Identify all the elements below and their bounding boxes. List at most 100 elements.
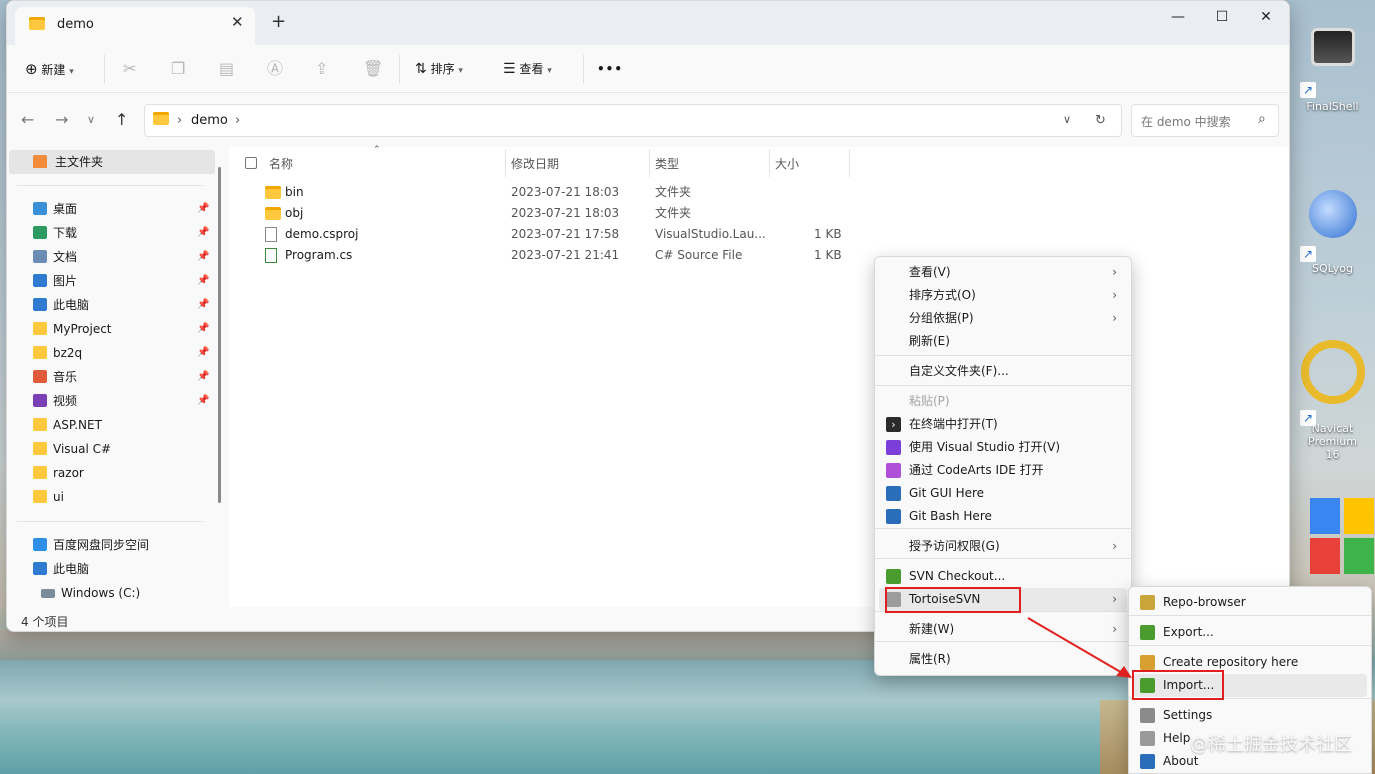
column-divider[interactable] (649, 149, 650, 177)
back-arrow-icon[interactable]: ← (21, 110, 34, 129)
breadcrumb-chevron-icon[interactable]: › (177, 113, 182, 128)
new-button[interactable]: ⊕ 新建 ▾ (25, 57, 74, 81)
column-header-modified[interactable]: 修改日期 (511, 155, 559, 173)
sidebar-item-quick[interactable]: 下载 📌 (7, 221, 213, 245)
sidebar-item-quick[interactable]: 文档 📌 (7, 245, 213, 269)
sidebar-item-quick[interactable]: 此电脑 📌 (7, 293, 213, 317)
more-options-button[interactable]: ••• (597, 57, 623, 81)
menu-item-label: 分组依据(P) (909, 311, 974, 325)
tab-close-icon[interactable]: ✕ (231, 13, 244, 31)
column-divider[interactable] (849, 149, 850, 177)
desktop-icon-navicat[interactable]: ↗ Navicat Premium 16 (1290, 340, 1375, 461)
view-button[interactable]: ☰ 查看 ▾ (503, 57, 552, 81)
delete-icon[interactable]: 🗑 (363, 57, 383, 81)
context-menu-item[interactable]: 刷新(E) (879, 330, 1127, 353)
desktop-icon-finalshell[interactable]: ↗ FinalShell (1290, 28, 1375, 113)
sidebar-item-quick[interactable]: razor (7, 461, 213, 485)
context-menu-item[interactable]: 分组依据(P) › (879, 307, 1127, 330)
column-divider[interactable] (505, 149, 506, 177)
pin-icon[interactable]: 📌 (197, 365, 209, 389)
svn-menu-item[interactable]: Repo-browser (1133, 591, 1367, 614)
sidebar-item-quick[interactable]: 音乐 📌 (7, 365, 213, 389)
library-icon (33, 298, 47, 311)
minimize-button[interactable]: — (1155, 3, 1201, 31)
address-dropdown-icon[interactable]: ∨ (1063, 113, 1071, 126)
sidebar-item-quick[interactable]: Visual C# (7, 437, 213, 461)
sidebar-item-baidu-netdisk[interactable]: 百度网盘同步空间 (7, 533, 213, 557)
search-box[interactable]: 在 demo 中搜索 ⌕ (1131, 104, 1279, 137)
table-row[interactable]: Program.cs 2023-07-21 21:41 C# Source File… (249, 245, 889, 266)
table-row[interactable]: demo.csproj 2023-07-21 17:58 VisualStudio.… (249, 224, 889, 245)
pin-icon[interactable]: 📌 (197, 389, 209, 413)
up-arrow-icon[interactable]: ↑ (115, 110, 128, 129)
context-menu-item[interactable]: 授予访问权限(G) › (879, 535, 1127, 558)
rename-icon[interactable]: Ⓐ (267, 57, 283, 81)
sidebar-item-quick[interactable]: ui (7, 485, 213, 509)
sidebar-item-this-pc[interactable]: 此电脑 (7, 557, 213, 581)
select-all-checkbox[interactable] (245, 157, 257, 169)
sidebar-item-quick[interactable]: ASP.NET (7, 413, 213, 437)
close-button[interactable]: ✕ (1243, 3, 1289, 31)
svn-menu-item[interactable]: Export... (1133, 621, 1367, 644)
context-menu-item[interactable]: Git GUI Here (879, 482, 1127, 505)
forward-arrow-icon[interactable]: → (55, 110, 68, 129)
pin-icon[interactable]: 📌 (197, 245, 209, 269)
column-header-name[interactable]: 名称 (269, 155, 293, 173)
breadcrumb-chevron-icon[interactable]: › (235, 113, 240, 128)
sort-button[interactable]: ⇅ 排序 ▾ (415, 57, 463, 81)
sidebar-item-quick[interactable]: MyProject 📌 (7, 317, 213, 341)
menu-item-label: 刷新(E) (909, 334, 950, 348)
tab-demo[interactable]: demo ✕ (15, 7, 255, 45)
menu-item-label: 新建(W) (909, 622, 955, 636)
copy-icon[interactable]: ❐ (171, 57, 185, 81)
context-menu-item[interactable]: 使用 Visual Studio 打开(V) (879, 436, 1127, 459)
sidebar-item-quick[interactable]: 桌面 📌 (7, 197, 213, 221)
context-menu-item[interactable]: 通过 CodeArts IDE 打开 (879, 459, 1127, 482)
pin-icon[interactable]: 📌 (197, 293, 209, 317)
maximize-button[interactable]: ☐ (1199, 3, 1245, 31)
paste-icon[interactable]: ▤ (219, 57, 234, 81)
pin-icon[interactable]: 📌 (197, 341, 209, 365)
cell-type: 文件夹 (655, 185, 692, 199)
cell-name: demo.csproj (285, 227, 359, 241)
pin-icon[interactable]: 📌 (197, 221, 209, 245)
column-header-type[interactable]: 类型 (655, 155, 679, 173)
plus-circle-icon: ⊕ (25, 60, 38, 78)
cut-icon[interactable]: ✂ (123, 57, 136, 81)
sidebar-item-label: 主文件夹 (55, 155, 104, 169)
drive-icon (41, 589, 55, 598)
breadcrumb-demo[interactable]: demo (191, 113, 228, 128)
column-divider[interactable] (769, 149, 770, 177)
desktop-icon-sqlyog[interactable]: ↗ SQLyog (1290, 190, 1375, 275)
sidebar-item-quick[interactable]: bz2q 📌 (7, 341, 213, 365)
table-row[interactable]: bin 2023-07-21 18:03 文件夹 (249, 182, 889, 203)
sidebar-scrollbar[interactable] (218, 167, 221, 503)
table-row[interactable]: obj 2023-07-21 18:03 文件夹 (249, 203, 889, 224)
sidebar-item-home[interactable]: 主文件夹 (9, 150, 215, 174)
sidebar-item-quick[interactable]: 图片 📌 (7, 269, 213, 293)
column-header-size[interactable]: 大小 (775, 155, 799, 173)
context-menu-item[interactable]: 粘贴(P) (879, 390, 1127, 413)
share-icon[interactable]: ⇪ (315, 57, 328, 81)
pin-icon[interactable]: 📌 (197, 317, 209, 341)
pin-icon[interactable]: 📌 (197, 197, 209, 221)
sidebar-item-quick[interactable]: 视频 📌 (7, 389, 213, 413)
recent-chevron-icon[interactable]: ∨ (87, 113, 95, 126)
context-menu-item[interactable]: Git Bash Here (879, 505, 1127, 528)
svn-menu-item[interactable]: Settings (1133, 704, 1367, 727)
library-icon (33, 226, 47, 239)
context-menu-item[interactable]: 排序方式(O) › (879, 284, 1127, 307)
context-menu-item[interactable]: 自定义文件夹(F)... (879, 360, 1127, 383)
navigation-bar: ← → ∨ ↑ › demo › ∨ ↻ 在 demo 中搜索 ⌕ (7, 93, 1289, 147)
watermark: @稀土掘金技术社区 (1190, 734, 1352, 755)
new-tab-button[interactable]: + (271, 11, 286, 32)
context-menu-item[interactable]: SVN Checkout... (879, 565, 1127, 588)
pin-icon[interactable]: 📌 (197, 269, 209, 293)
context-menu-item[interactable]: › 在终端中打开(T) (879, 413, 1127, 436)
sidebar-item-drive-c[interactable]: Windows (C:) (7, 581, 213, 605)
address-bar[interactable]: › demo › ∨ ↻ (144, 104, 1122, 137)
search-icon[interactable]: ⌕ (1258, 111, 1266, 127)
app-tiles-icon[interactable] (1310, 498, 1374, 578)
context-menu-item[interactable]: 查看(V) › (879, 261, 1127, 284)
refresh-icon[interactable]: ↻ (1095, 113, 1106, 128)
